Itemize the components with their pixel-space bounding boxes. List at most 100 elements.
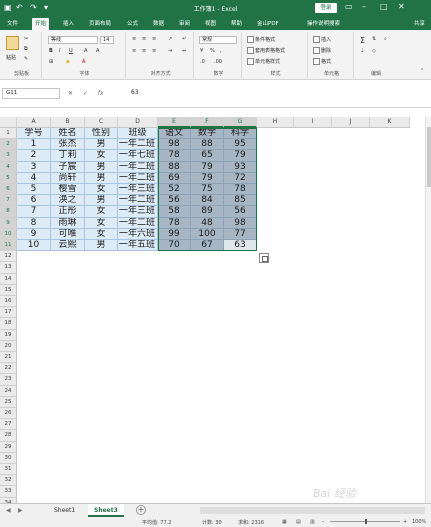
table-cell[interactable]: 丁莉 bbox=[51, 150, 85, 162]
name-box[interactable]: G11 bbox=[2, 88, 60, 99]
table-cell[interactable]: 一年三班 bbox=[118, 184, 158, 196]
table-cell[interactable]: 7 bbox=[17, 206, 51, 218]
row-header[interactable]: 22 bbox=[0, 363, 17, 375]
table-cell[interactable]: 5 bbox=[17, 184, 51, 196]
table-header-cell[interactable]: 班级 bbox=[118, 128, 158, 140]
copy-icon[interactable]: ⧉ bbox=[24, 46, 28, 52]
row-header[interactable]: 23 bbox=[0, 374, 17, 386]
table-cell[interactable]: 1 bbox=[17, 139, 51, 151]
column-header[interactable]: G bbox=[224, 117, 257, 128]
row-header[interactable]: 26 bbox=[0, 408, 17, 420]
row-header[interactable]: 20 bbox=[0, 340, 17, 352]
ribbon-tab[interactable]: 公式 bbox=[124, 18, 141, 30]
fill-icon[interactable]: ⇣ bbox=[360, 48, 364, 54]
table-cell[interactable]: 84 bbox=[191, 195, 224, 207]
row-header[interactable]: 29 bbox=[0, 441, 17, 453]
accounting-format-icon[interactable]: ¥ bbox=[200, 48, 203, 54]
insert-button[interactable]: 插入 bbox=[313, 36, 331, 43]
table-cell[interactable]: 男 bbox=[85, 139, 118, 151]
table-cell[interactable]: 58 bbox=[158, 206, 191, 218]
table-cell[interactable]: 56 bbox=[158, 195, 191, 207]
ribbon-tab[interactable]: 插入 bbox=[60, 18, 77, 30]
table-cell[interactable]: 75 bbox=[191, 184, 224, 196]
column-header[interactable]: B bbox=[51, 117, 85, 128]
zoom-out-icon[interactable]: – bbox=[322, 519, 325, 525]
table-cell[interactable]: 6 bbox=[17, 195, 51, 207]
format-button[interactable]: 格式 bbox=[313, 58, 331, 65]
collapse-ribbon-icon[interactable]: ⌃ bbox=[420, 68, 424, 74]
font-grow-icon[interactable]: A bbox=[84, 48, 87, 54]
table-cell[interactable]: 10 bbox=[17, 240, 51, 252]
quick-analysis-icon[interactable] bbox=[259, 253, 269, 264]
align-right-icon[interactable]: ≡ bbox=[152, 48, 156, 54]
row-header[interactable]: 5 bbox=[0, 172, 17, 184]
sheet-tab[interactable]: Sheet3 bbox=[88, 504, 124, 517]
cancel-icon[interactable]: ✕ bbox=[68, 90, 73, 97]
page-layout-icon[interactable]: ▤ bbox=[296, 519, 301, 525]
table-cell[interactable]: 一年二班 bbox=[118, 195, 158, 207]
row-header[interactable]: 2 bbox=[0, 139, 17, 151]
row-header[interactable]: 18 bbox=[0, 318, 17, 330]
row-header[interactable]: 4 bbox=[0, 161, 17, 173]
table-cell[interactable]: 可唯 bbox=[51, 228, 85, 240]
table-cell[interactable]: 涣之 bbox=[51, 195, 85, 207]
table-cell[interactable]: 一年二班 bbox=[118, 139, 158, 151]
row-header[interactable]: 27 bbox=[0, 419, 17, 431]
border-icon[interactable]: ⊞ bbox=[49, 59, 53, 65]
percent-icon[interactable]: % bbox=[210, 48, 215, 54]
paste-button[interactable] bbox=[6, 36, 20, 50]
table-cell[interactable]: 云熙 bbox=[51, 240, 85, 252]
login-button[interactable]: 登录 bbox=[315, 3, 337, 13]
table-header-cell[interactable]: 科学 bbox=[224, 128, 257, 140]
table-cell[interactable]: 79 bbox=[191, 172, 224, 184]
table-cell[interactable]: 63 bbox=[224, 240, 257, 252]
table-cell[interactable]: 65 bbox=[191, 150, 224, 162]
table-cell[interactable]: 98 bbox=[224, 217, 257, 229]
font-size-select[interactable]: 14 bbox=[100, 36, 114, 44]
align-middle-icon[interactable]: ≡ bbox=[142, 36, 146, 42]
table-cell[interactable]: 48 bbox=[191, 217, 224, 229]
number-format-select[interactable]: 常规 bbox=[199, 36, 237, 44]
maximize-icon[interactable]: □ bbox=[380, 2, 388, 11]
column-header[interactable]: E bbox=[158, 117, 191, 128]
table-cell[interactable]: 67 bbox=[191, 240, 224, 252]
vertical-scroll-thumb[interactable] bbox=[427, 127, 431, 187]
ribbon-tab[interactable]: 审阅 bbox=[176, 18, 193, 30]
table-cell[interactable]: 69 bbox=[158, 172, 191, 184]
font-name-select[interactable]: 等线 bbox=[48, 36, 98, 44]
row-header[interactable]: 10 bbox=[0, 228, 17, 240]
table-cell[interactable]: 88 bbox=[191, 139, 224, 151]
table-cell[interactable]: 雨琳 bbox=[51, 217, 85, 229]
table-header-cell[interactable]: 语文 bbox=[158, 128, 191, 140]
table-cell[interactable]: 79 bbox=[191, 161, 224, 173]
row-header[interactable]: 9 bbox=[0, 217, 17, 229]
row-header[interactable]: 16 bbox=[0, 296, 17, 308]
underline-button[interactable]: U bbox=[69, 48, 73, 54]
table-cell[interactable]: 女 bbox=[85, 150, 118, 162]
format-painter-icon[interactable]: ✎ bbox=[24, 56, 28, 62]
find-select-icon[interactable]: ⌕ bbox=[384, 36, 387, 42]
page-break-icon[interactable]: ▥ bbox=[310, 519, 315, 525]
table-header-cell[interactable]: 性别 bbox=[85, 128, 118, 140]
table-cell[interactable]: 89 bbox=[191, 206, 224, 218]
column-header[interactable]: F bbox=[191, 117, 224, 128]
column-header[interactable]: C bbox=[85, 117, 118, 128]
orientation-icon[interactable]: ↗ bbox=[168, 36, 172, 42]
fill-color-icon[interactable]: ◈ bbox=[66, 59, 70, 65]
comma-style-icon[interactable]: , bbox=[220, 48, 222, 54]
table-cell[interactable]: 张杰 bbox=[51, 139, 85, 151]
table-cell[interactable]: 52 bbox=[158, 184, 191, 196]
row-header[interactable]: 11 bbox=[0, 240, 17, 252]
zoom-in-icon[interactable]: + bbox=[403, 519, 407, 525]
ribbon-tab[interactable]: 操作说明搜索 bbox=[304, 18, 343, 30]
enter-icon[interactable]: ✓ bbox=[83, 90, 88, 97]
sheet-prev-icon[interactable]: ◀ bbox=[6, 507, 11, 514]
table-cell[interactable]: 79 bbox=[224, 150, 257, 162]
conditional-format-button[interactable]: 条件格式 bbox=[247, 36, 275, 43]
table-cell[interactable]: 一年五班 bbox=[118, 240, 158, 252]
ribbon-tab[interactable]: 帮助 bbox=[228, 18, 245, 30]
table-cell[interactable]: 70 bbox=[158, 240, 191, 252]
table-cell[interactable]: 男 bbox=[85, 240, 118, 252]
sort-filter-icon[interactable]: ⇅ bbox=[372, 36, 376, 42]
row-header[interactable]: 31 bbox=[0, 464, 17, 476]
